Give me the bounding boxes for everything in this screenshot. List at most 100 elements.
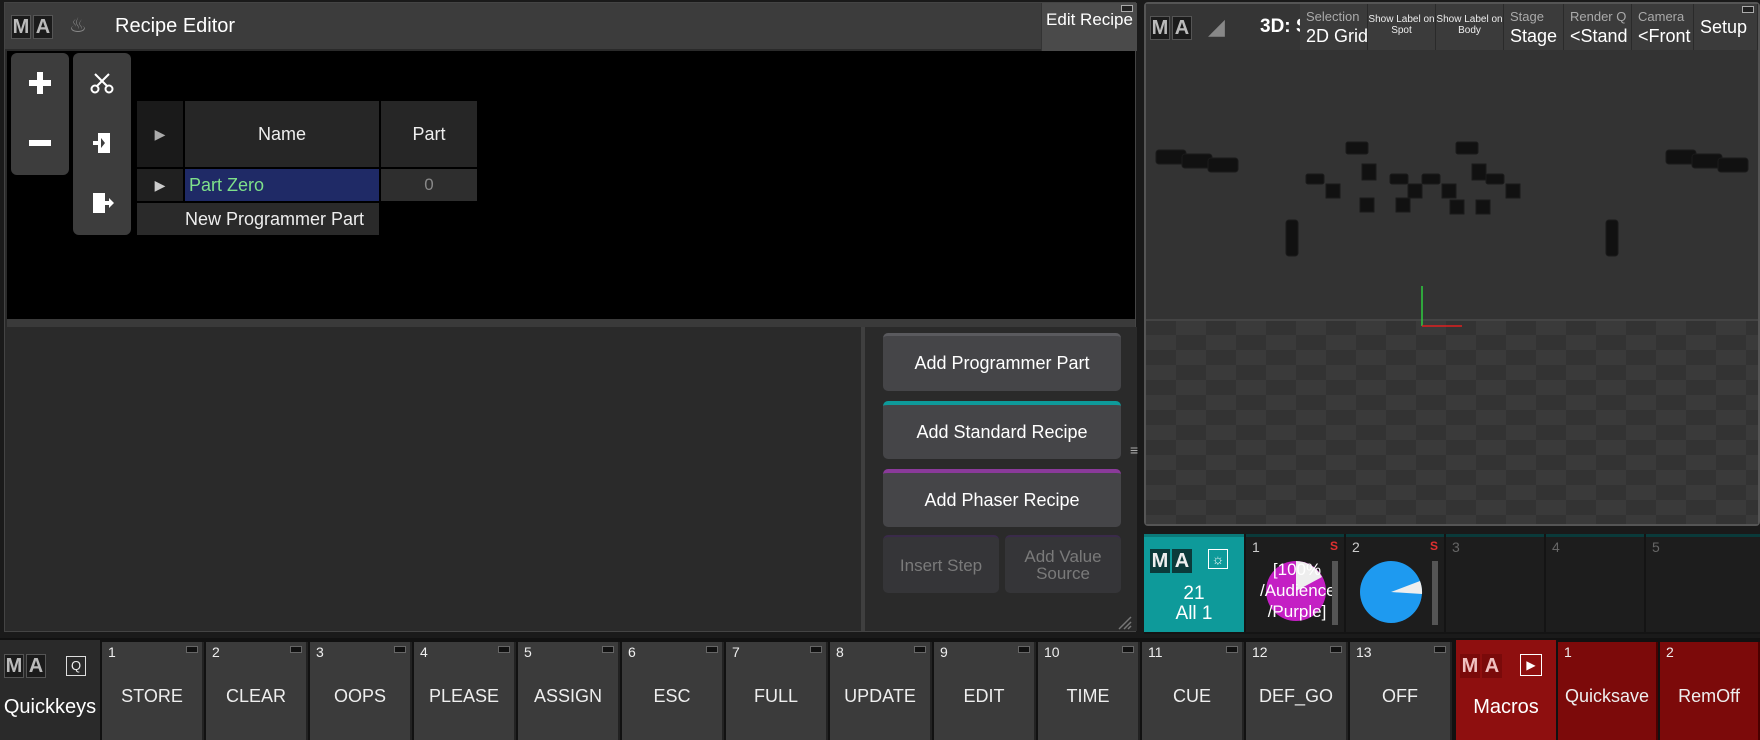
recipe-title-bar: MA ♨ Recipe Editor Edit Recipe bbox=[5, 3, 1137, 51]
minus-icon[interactable] bbox=[11, 113, 69, 173]
quickkey-status-led bbox=[186, 646, 198, 653]
row-expand-arrow[interactable]: ▶ bbox=[137, 169, 183, 201]
paste-icon[interactable] bbox=[73, 113, 131, 173]
column-header-part[interactable]: Part bbox=[381, 101, 477, 167]
macro-key-1[interactable]: 1 Quicksave bbox=[1558, 642, 1658, 740]
executor-2[interactable]: 2 S bbox=[1346, 534, 1444, 632]
recipe-content-pane bbox=[7, 327, 855, 631]
quickkey-status-led bbox=[706, 646, 718, 653]
quickkey-status-led bbox=[810, 646, 822, 653]
executor-4[interactable]: 4 bbox=[1546, 534, 1644, 632]
quickkey-edit-button[interactable]: 9 EDIT bbox=[934, 642, 1036, 740]
quickkey-oops-button[interactable]: 3 OOPS bbox=[310, 642, 412, 740]
executor-1-label: [100% /Audience /Purple] bbox=[1260, 560, 1336, 621]
quickkey-number: 5 bbox=[524, 644, 532, 660]
quickkey-status-led bbox=[394, 646, 406, 653]
quickkey-clear-button[interactable]: 2 CLEAR bbox=[206, 642, 308, 740]
quickkey-assign-button[interactable]: 5 ASSIGN bbox=[518, 642, 620, 740]
new-programmer-part-row[interactable]: New Programmer Part bbox=[137, 203, 379, 235]
quickkey-status-led bbox=[498, 646, 510, 653]
quickkey-number: 4 bbox=[420, 644, 428, 660]
add-standard-recipe-button[interactable]: Add Standard Recipe bbox=[883, 401, 1121, 459]
resize-grip-icon[interactable] bbox=[1117, 615, 1133, 631]
table-row-name-cell[interactable]: Part Zero bbox=[185, 169, 379, 201]
selection-mode-button[interactable]: Selection 2D Grid bbox=[1300, 4, 1368, 50]
ma-logo[interactable]: MA bbox=[1150, 16, 1192, 40]
grid-expand-all-arrow[interactable]: ▶ bbox=[137, 101, 183, 167]
master-page-number: 21 bbox=[1183, 583, 1205, 604]
render-quality-selector[interactable]: Render Q <Stand bbox=[1564, 4, 1632, 50]
executor-2-fader[interactable] bbox=[1432, 561, 1438, 625]
pane-divider[interactable] bbox=[7, 319, 1135, 327]
quickkey-store-button[interactable]: 1 STORE bbox=[102, 642, 204, 740]
executor-5[interactable]: 5 bbox=[1646, 534, 1760, 632]
macro-key-2[interactable]: 2 RemOff bbox=[1660, 642, 1760, 740]
quickkey-full-button[interactable]: 7 FULL bbox=[726, 642, 828, 740]
quickkeys-header[interactable]: MA Q Quickkeys bbox=[0, 640, 100, 740]
quickkey-label: ESC bbox=[653, 686, 691, 706]
viewer-title: 3D: S bbox=[1260, 16, 1300, 37]
export-icon[interactable] bbox=[73, 173, 131, 233]
executor-flag: S bbox=[1430, 539, 1439, 553]
quickkey-number: 6 bbox=[628, 644, 636, 660]
quickkey-cue-button[interactable]: 11 CUE bbox=[1142, 642, 1244, 740]
master-executor[interactable]: MA ☼ 21 All 1 bbox=[1144, 534, 1244, 632]
executor-3[interactable]: 3 bbox=[1446, 534, 1544, 632]
quickkey-number: 12 bbox=[1252, 644, 1268, 660]
add-phaser-recipe-button[interactable]: Add Phaser Recipe bbox=[883, 469, 1121, 527]
quickkey-off-button[interactable]: 13 OFF bbox=[1350, 642, 1452, 740]
add-value-source-button[interactable]: Add Value Source bbox=[1005, 535, 1121, 593]
quickkey-label: TIME bbox=[1066, 686, 1110, 706]
quickkey-status-led bbox=[1226, 646, 1238, 653]
quickkey-label: PLEASE bbox=[428, 686, 500, 706]
scissors-icon[interactable] bbox=[73, 53, 131, 113]
quickkey-label: OOPS bbox=[333, 686, 386, 706]
quickkey-label: FULL bbox=[753, 686, 798, 706]
sun-icon: ☼ bbox=[1208, 549, 1228, 569]
quickkey-def-go-button[interactable]: 12 DEF_GO bbox=[1246, 642, 1348, 740]
quickkey-number: 9 bbox=[940, 644, 948, 660]
quickkey-status-led bbox=[602, 646, 614, 653]
recipe-actions-pane: Add Programmer Part Add Standard Recipe … bbox=[861, 327, 1140, 631]
macros-header[interactable]: MA ▶ Macros bbox=[1456, 640, 1556, 740]
show-label-on-body-toggle[interactable]: Show Label on Body bbox=[1436, 4, 1504, 50]
quickkey-number: 1 bbox=[108, 644, 116, 660]
plus-icon[interactable] bbox=[11, 53, 69, 113]
recipe-pot-icon: ♨ bbox=[69, 15, 87, 37]
ma-logo: MA bbox=[1460, 654, 1502, 678]
window-title: Recipe Editor bbox=[115, 15, 236, 37]
macro-icon: ▶ bbox=[1520, 654, 1542, 676]
quickkey-status-led bbox=[914, 646, 926, 653]
executor-1-fader[interactable] bbox=[1332, 561, 1338, 625]
show-label-on-spot-toggle[interactable]: Show Label on Spot bbox=[1368, 4, 1436, 50]
quickkey-label: CUE bbox=[1172, 686, 1211, 706]
add-programmer-part-button[interactable]: Add Programmer Part bbox=[883, 333, 1121, 391]
quickkey-number: 7 bbox=[732, 644, 740, 660]
stage-view-icon: ◢ bbox=[1208, 14, 1225, 39]
window-options-icon[interactable] bbox=[1742, 6, 1754, 13]
quickkey-status-led bbox=[290, 646, 302, 653]
quickkey-time-button[interactable]: 10 TIME bbox=[1038, 642, 1140, 740]
3d-viewer-window: MA ◢ 3D: S Selection 2D Grid Show Label … bbox=[1144, 2, 1760, 526]
3d-stage-view[interactable] bbox=[1146, 50, 1758, 524]
quickkey-status-led bbox=[1330, 646, 1342, 653]
panel-handle-icon[interactable]: ≡ bbox=[1130, 443, 1140, 487]
camera-selector[interactable]: Camera <Front bbox=[1632, 4, 1694, 50]
quickkey-status-led bbox=[1018, 646, 1030, 653]
stage-selector[interactable]: Stage Stage bbox=[1504, 4, 1564, 50]
executor-1[interactable]: 1 S [100% /Audience /Purple] bbox=[1246, 534, 1344, 632]
quickkey-please-button[interactable]: 4 PLEASE bbox=[414, 642, 516, 740]
macros-title: Macros bbox=[1473, 696, 1539, 718]
table-row-part-cell[interactable]: 0 bbox=[381, 169, 477, 201]
column-header-name[interactable]: Name bbox=[185, 101, 379, 167]
quickkey-update-button[interactable]: 8 UPDATE bbox=[830, 642, 932, 740]
quickkey-esc-button[interactable]: 6 ESC bbox=[622, 642, 724, 740]
quickkey-number: 3 bbox=[316, 644, 324, 660]
quickkey-label: STORE bbox=[121, 686, 183, 706]
insert-step-button[interactable]: Insert Step bbox=[883, 535, 999, 593]
quickkey-number: 8 bbox=[836, 644, 844, 660]
quickkey-label: DEF_GO bbox=[1258, 686, 1333, 706]
window-options-icon[interactable] bbox=[1121, 5, 1133, 12]
ma-logo[interactable]: MA bbox=[11, 15, 53, 39]
recipe-editor-window: MA ♨ Recipe Editor Edit Recipe ▶ Name Pa… bbox=[4, 2, 1140, 632]
